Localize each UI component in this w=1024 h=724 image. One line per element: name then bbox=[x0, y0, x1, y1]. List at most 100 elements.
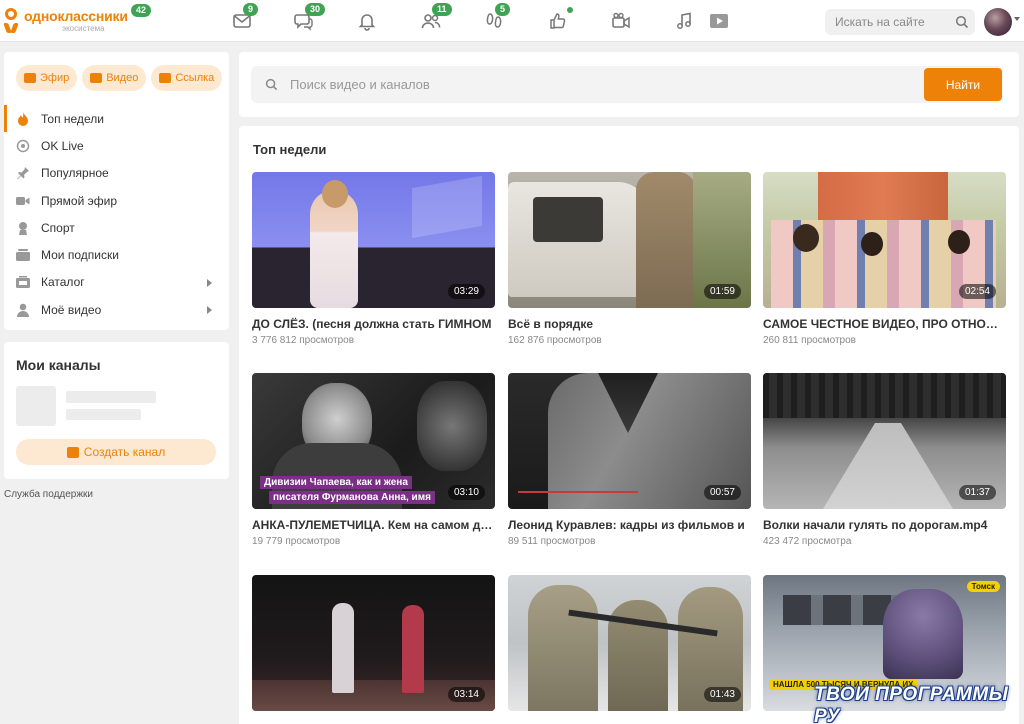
menu-item-my-video[interactable]: Моё видео bbox=[4, 296, 229, 323]
logo-subtitle: экосистема bbox=[62, 24, 105, 33]
channel-icon bbox=[66, 446, 79, 458]
messages-badge: 9 bbox=[243, 3, 259, 16]
video-card[interactable]: 01:43 bbox=[508, 575, 751, 711]
video-duration: 01:43 bbox=[703, 687, 741, 702]
guests-button[interactable]: 5 bbox=[481, 3, 511, 32]
channel-placeholder-image bbox=[16, 386, 56, 426]
child-head bbox=[861, 232, 883, 256]
link-icon bbox=[159, 73, 172, 83]
support-link[interactable]: Служба поддержки bbox=[4, 489, 93, 500]
ok-logo-icon bbox=[3, 8, 19, 34]
video-thumbnail[interactable]: 02:54 bbox=[763, 172, 1006, 308]
top-bar: одноклассники экосистема 42 9 30 11 5 Ис… bbox=[0, 0, 1024, 42]
child-head bbox=[948, 230, 970, 254]
video-title[interactable]: ДО СЛЁЗ. (песня должна стать ГИМНОМ bbox=[252, 317, 495, 331]
video-views: 162 876 просмотров bbox=[508, 335, 602, 346]
video-card[interactable]: 00:57 Леонид Куравлев: кадры из фильмов … bbox=[508, 373, 751, 547]
video-duration: 03:14 bbox=[447, 687, 485, 702]
menu-item-live[interactable]: Прямой эфир bbox=[4, 187, 229, 214]
video-views: 3 776 812 просмотров bbox=[252, 335, 355, 346]
user-icon bbox=[16, 303, 30, 317]
site-search-placeholder: Искать на сайте bbox=[835, 15, 925, 29]
menu-item-top-week[interactable]: Топ недели bbox=[4, 105, 229, 133]
video-title[interactable]: Волки начали гулять по дорогам.mp4 bbox=[763, 518, 1006, 532]
woman-figure bbox=[883, 589, 963, 679]
chevron-right-icon bbox=[207, 278, 212, 287]
video-thumbnail[interactable]: 01:59 bbox=[508, 172, 751, 308]
video-icon bbox=[90, 73, 103, 83]
video-search-input[interactable]: Поиск видео и каналов bbox=[251, 66, 1003, 103]
live-stream-button[interactable]: Эфир bbox=[16, 65, 78, 91]
video-title[interactable]: АНКА-ПУЛЕМЕТЧИЦА. Кем на самом деле bbox=[252, 518, 495, 532]
video-title[interactable]: Леонид Куравлев: кадры из фильмов и bbox=[508, 518, 751, 532]
friends-button[interactable]: 11 bbox=[418, 3, 452, 32]
video-camera-icon bbox=[612, 12, 630, 29]
video-thumbnail[interactable]: Дивизии Чапаева, как и жена писателя Фур… bbox=[252, 373, 495, 509]
video-sidebar: Эфир Видео Ссылка Топ недели OK Live Поп… bbox=[4, 52, 229, 330]
channel-placeholder-line bbox=[66, 391, 156, 403]
chevron-down-icon[interactable] bbox=[1014, 17, 1020, 21]
subscriptions-icon bbox=[16, 248, 30, 262]
channel-placeholder-line bbox=[66, 409, 141, 420]
site-search[interactable]: Искать на сайте bbox=[825, 9, 975, 35]
video-title[interactable]: Всё в порядке bbox=[508, 317, 751, 331]
music-button[interactable] bbox=[671, 10, 697, 32]
messages-button[interactable]: 9 bbox=[229, 3, 259, 32]
guests-badge: 5 bbox=[495, 3, 511, 16]
video-button[interactable] bbox=[608, 10, 634, 32]
video-card[interactable]: 03:29 ДО СЛЁЗ. (песня должна стать ГИМНО… bbox=[252, 172, 495, 346]
snow-road bbox=[823, 423, 953, 509]
video-card[interactable]: 02:54 САМОЕ ЧЕСТНОЕ ВИДЕО, ПРО ОТНОШЕНИЯ… bbox=[763, 172, 1006, 346]
live-icon bbox=[16, 139, 30, 153]
watermark: ТВОИ ПРОГРАММЫ РУ bbox=[814, 684, 1009, 724]
find-button[interactable]: Найти bbox=[924, 68, 1002, 101]
friends-badge: 11 bbox=[432, 3, 452, 16]
like-icon bbox=[550, 13, 566, 29]
games-button[interactable] bbox=[706, 10, 732, 32]
search-icon bbox=[265, 78, 278, 91]
events-button[interactable] bbox=[545, 7, 573, 32]
live-icon bbox=[24, 73, 36, 83]
video-views: 19 779 просмотров bbox=[252, 536, 341, 547]
video-card[interactable]: Дивизии Чапаева, как и жена писателя Фур… bbox=[252, 373, 495, 547]
logo-badge: 42 bbox=[131, 4, 152, 17]
menu-item-ok-live[interactable]: OK Live bbox=[4, 132, 229, 159]
create-channel-button[interactable]: Создать канал bbox=[16, 439, 216, 465]
video-duration: 00:57 bbox=[703, 485, 741, 500]
camera-icon bbox=[16, 194, 30, 208]
notifications-button[interactable] bbox=[354, 10, 380, 32]
video-card[interactable]: 03:14 bbox=[252, 575, 495, 711]
ok-logo[interactable]: одноклассники экосистема 42 bbox=[3, 4, 152, 34]
play-icon bbox=[710, 14, 728, 28]
video-title[interactable]: САМОЕ ЧЕСТНОЕ ВИДЕО, ПРО ОТНОШЕНИЯ bbox=[763, 317, 1006, 331]
video-views: 89 511 просмотров bbox=[508, 536, 596, 547]
video-duration: 02:54 bbox=[958, 284, 996, 299]
caption-line: писателя Фурманова Анна, имя bbox=[269, 491, 435, 504]
video-duration: 03:29 bbox=[447, 284, 485, 299]
child-head bbox=[793, 224, 819, 252]
video-thumbnail[interactable]: 03:29 bbox=[252, 172, 495, 308]
video-thumbnail[interactable]: 00:57 bbox=[508, 373, 751, 509]
video-thumbnail[interactable]: 03:14 bbox=[252, 575, 495, 711]
video-card[interactable]: 01:37 Волки начали гулять по дорогам.mp4… bbox=[763, 373, 1006, 547]
video-card[interactable]: 01:59 Всё в порядке 162 876 просмотров bbox=[508, 172, 751, 346]
menu-item-sport[interactable]: Спорт bbox=[4, 214, 229, 241]
video-search-card: Поиск видео и каналов Найти bbox=[239, 52, 1019, 117]
discussions-badge: 30 bbox=[305, 3, 326, 16]
my-channels-title: Мои каналы bbox=[16, 357, 101, 373]
video-thumbnail[interactable]: 01:43 bbox=[508, 575, 751, 711]
upload-video-button[interactable]: Видео bbox=[82, 65, 147, 91]
add-link-button[interactable]: Ссылка bbox=[151, 65, 223, 91]
logo-title: одноклассники bbox=[24, 8, 128, 24]
video-thumbnail[interactable]: 01:37 bbox=[763, 373, 1006, 509]
tree-line bbox=[763, 373, 1006, 418]
search-icon[interactable] bbox=[949, 9, 975, 35]
avatar[interactable] bbox=[984, 8, 1012, 36]
person-figure bbox=[636, 172, 696, 308]
menu-item-subscriptions[interactable]: Мои подписки bbox=[4, 241, 229, 268]
menu-item-popular[interactable]: Популярное bbox=[4, 160, 229, 187]
menu-item-catalog[interactable]: Каталог bbox=[4, 269, 229, 296]
discussions-button[interactable]: 30 bbox=[291, 3, 326, 32]
sport-icon bbox=[16, 221, 30, 235]
car-window bbox=[533, 197, 603, 242]
